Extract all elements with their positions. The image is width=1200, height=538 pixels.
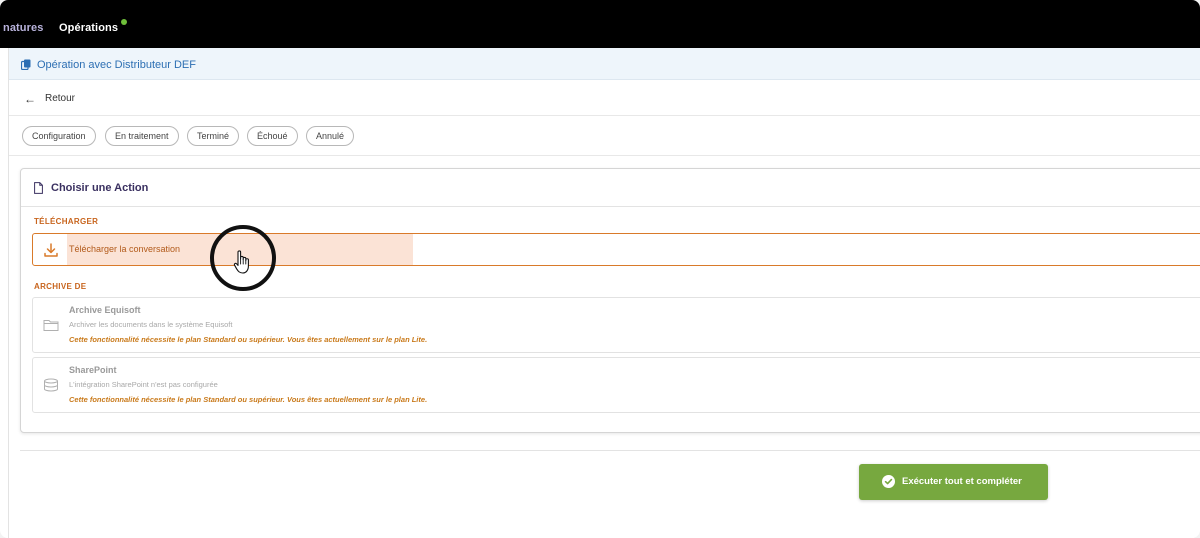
- top-nav: natures Opérations: [0, 0, 1200, 48]
- back-arrow-icon[interactable]: ←: [24, 92, 36, 106]
- document-icon: [34, 182, 43, 194]
- page-title: Opération avec Distributeur DEF: [37, 59, 196, 71]
- execute-and-complete-button[interactable]: Exécuter tout et compléter: [859, 464, 1048, 500]
- hand-pointer-icon: [233, 250, 249, 274]
- folder-icon: [43, 320, 59, 331]
- operation-title-bar: Opération avec Distributeur DEF: [9, 48, 1200, 80]
- archive-equisoft-option: Archive Equisoft Archiver les documents …: [32, 297, 1200, 353]
- archive-equisoft-plan-warning: Cette fonctionnalité nécessite le plan S…: [69, 335, 428, 344]
- archive-section-label: ARCHIVE DE: [34, 282, 87, 291]
- sharepoint-title: SharePoint: [69, 365, 117, 375]
- sharepoint-plan-warning: Cette fonctionnalité nécessite le plan S…: [69, 395, 428, 404]
- footer-divider: [20, 450, 1200, 451]
- archive-equisoft-title: Archive Equisoft: [69, 305, 141, 315]
- action-card-header: Choisir une Action: [21, 169, 1200, 207]
- nav-item-signatures[interactable]: natures: [3, 22, 43, 34]
- sharepoint-subtitle: L'intégration SharePoint n'est pas confi…: [69, 380, 218, 389]
- app-window: natures Opérations Opération avec Distri…: [0, 0, 1200, 538]
- archive-equisoft-subtitle: Archiver les documents dans le système E…: [69, 320, 233, 329]
- status-tabs: Configuration En traitement Terminé Écho…: [9, 116, 1200, 156]
- action-card: Choisir une Action TÉLÉCHARGER Télécharg…: [20, 168, 1200, 433]
- main-panel: Opération avec Distributeur DEF ← Retour…: [8, 48, 1200, 538]
- nav-status-dot: [121, 19, 127, 25]
- download-conversation-option[interactable]: Télécharger la conversation: [32, 233, 1200, 266]
- tab-termine[interactable]: Terminé: [187, 126, 240, 146]
- tab-configuration[interactable]: Configuration: [22, 126, 96, 146]
- action-card-title: Choisir une Action: [51, 182, 149, 194]
- download-conversation-label: Télécharger la conversation: [69, 244, 181, 254]
- tab-echoue[interactable]: Échoué: [247, 126, 298, 146]
- copy-document-icon: [21, 59, 31, 70]
- back-row: ← Retour: [9, 80, 1200, 116]
- sharepoint-option: SharePoint L'intégration SharePoint n'es…: [32, 357, 1200, 413]
- execute-and-complete-label: Exécuter tout et compléter: [902, 476, 1022, 487]
- tab-en-traitement[interactable]: En traitement: [105, 126, 179, 146]
- database-icon: [44, 378, 58, 392]
- tab-annule[interactable]: Annulé: [306, 126, 355, 146]
- nav-item-operations[interactable]: Opérations: [59, 22, 118, 34]
- download-icon: [44, 243, 58, 257]
- check-circle-icon: [882, 475, 895, 488]
- download-section-label: TÉLÉCHARGER: [34, 217, 99, 226]
- back-link[interactable]: Retour: [45, 93, 75, 104]
